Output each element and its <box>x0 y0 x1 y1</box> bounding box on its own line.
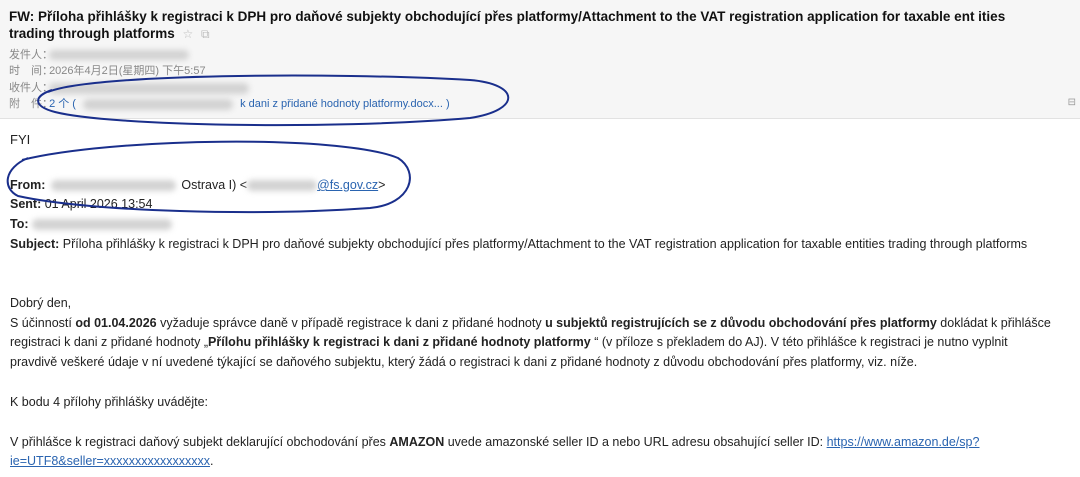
amazon-url-link[interactable]: https://www.amazon.de/sp? <box>827 435 980 449</box>
window-icon[interactable]: ⧉ <box>201 27 210 41</box>
p5-part-c: uvede amazonské seller ID a nebo URL adr… <box>444 435 827 449</box>
paragraph-point-4: K bodu 4 přílohy přihlášky uvádějte: <box>10 395 209 409</box>
from-email-redacted <box>247 180 318 192</box>
recipient-redacted <box>49 82 250 94</box>
sender-redacted <box>49 50 190 61</box>
paragraph-line-2: registraci k dani z přidané hodnoty „Pří… <box>10 333 1008 352</box>
p1-part-d: u subjektů registrujících se z důvodu ob… <box>545 316 937 330</box>
from-name-redacted <box>50 180 176 192</box>
attachment-row[interactable]: 附 件： 2 个 ( k dani z přidané hodnoty plat… <box>9 97 450 111</box>
p2-part-a: registraci k dani z přidané hodnoty „ <box>10 335 209 349</box>
subject-value: Příloha přihlášky k registraci k DPH pro… <box>62 237 1028 251</box>
attachment-menu-icon[interactable]: ⊟ <box>1068 97 1076 108</box>
p6-end: . <box>210 454 214 468</box>
email-subject-title: FW: Příloha přihlášky k registraci k DPH… <box>9 8 1034 43</box>
time-label: 时 间： <box>9 65 53 77</box>
attachment-count[interactable]: 2 个 ( <box>49 98 76 110</box>
to-line: To: <box>10 215 172 234</box>
sent-line: Sent: 01 April 2026 13:54 <box>10 195 152 214</box>
p2-part-b: Přílohu přihlášky k registraci k dani z … <box>208 335 591 349</box>
p1-part-c: vyžaduje správce daně v případě registra… <box>156 316 546 330</box>
sender-label: 发件人： <box>9 49 53 61</box>
time-value: 2026年4月2日(星期四) 下午5:57 <box>49 65 206 77</box>
attachment-name[interactable]: k dani z přidané hodnoty platformy.docx.… <box>240 98 450 110</box>
paragraph-amazon-line-1: V přihlášce k registraci daňový subjekt … <box>10 433 979 452</box>
p2-part-c: “ (v příloze s překladem do AJ). V této … <box>590 335 1008 349</box>
paragraph-amazon-line-2: ie=UTF8&seller=xxxxxxxxxxxxxxxxx. <box>10 452 214 471</box>
sent-value: 01 April 2026 13:54 <box>44 197 153 211</box>
from-email-link[interactable]: @fs.gov.cz <box>317 178 378 192</box>
p1-part-b: od 01.04.2026 <box>75 316 157 330</box>
p1-part-e: dokládat k přihlášce <box>936 316 1051 330</box>
time-row: 时 间： 2026年4月2日(星期四) 下午5:57 <box>9 64 206 78</box>
from-end: > <box>378 178 386 192</box>
p5-part-a: V přihlášce k registraci daňový subjekt … <box>10 435 390 449</box>
subject-line: Subject: Příloha přihlášky k registraci … <box>10 235 1027 254</box>
p1-part-a: S účinností <box>10 316 76 330</box>
to-label: To: <box>10 217 29 231</box>
subject-text: FW: Příloha přihlášky k registraci k DPH… <box>9 9 1006 41</box>
amazon-url-link-continued[interactable]: ie=UTF8&seller=xxxxxxxxxxxxxxxxx <box>10 454 210 468</box>
from-label: From: <box>10 178 46 192</box>
email-header: FW: Příloha přihlášky k registraci k DPH… <box>0 0 1080 119</box>
star-icon[interactable]: ☆ <box>183 27 194 41</box>
attachment-label: 附 件： <box>9 98 53 110</box>
sender-row: 发件人： <box>9 48 190 62</box>
paragraph-line-1: S účinností od 01.04.2026 vyžaduje správ… <box>10 314 1051 333</box>
paragraph-line-3: pravdivě veškeré údaje v ní uvedené týka… <box>10 355 918 369</box>
from-line: From: Ostrava I) < @fs.gov.cz> <box>10 176 385 195</box>
fyi-text: FYI <box>10 132 31 147</box>
recipient-label: 收件人： <box>9 82 53 94</box>
subject-label: Subject: <box>10 237 60 251</box>
sent-label: Sent: <box>10 197 42 211</box>
from-value: Ostrava I) < <box>181 178 248 192</box>
salutation: Dobrý den, <box>10 296 72 310</box>
p5-part-b: AMAZON <box>389 435 445 449</box>
to-redacted <box>32 219 172 231</box>
attachment-redacted <box>83 98 234 110</box>
recipient-row: 收件人： <box>9 81 250 95</box>
